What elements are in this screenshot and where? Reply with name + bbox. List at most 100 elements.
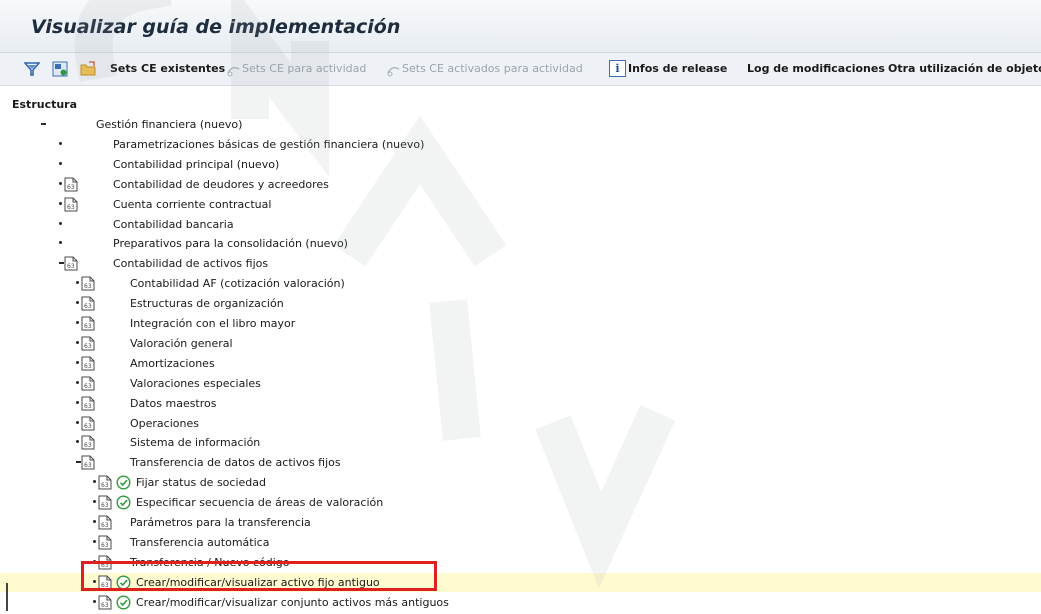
tree-row[interactable]: 63 Transferencia de datos de activos fijo… [0, 453, 1041, 472]
collapsed-node-icon[interactable] [93, 599, 96, 603]
collapsed-node-icon[interactable] [76, 340, 79, 344]
documentation-icon[interactable]: 63 [98, 515, 112, 530]
documentation-icon[interactable]: 63 [64, 177, 78, 192]
collapsed-node-icon[interactable] [76, 360, 79, 364]
tree-node-label[interactable]: Contabilidad de deudores y acreedores [113, 178, 329, 191]
documentation-icon[interactable]: 63 [98, 495, 112, 510]
collapsed-node-icon[interactable] [59, 241, 62, 245]
documentation-icon[interactable]: 63 [81, 296, 95, 311]
tree-row[interactable]: 63 Fijar status de sociedad [0, 473, 1041, 492]
tree-node-label[interactable]: Integración con el libro mayor [130, 317, 295, 330]
tree-node-label[interactable]: Parametrizaciones básicas de gestión fin… [113, 138, 424, 151]
tree-node-label[interactable]: Gestión financiera (nuevo) [96, 118, 242, 131]
collapsed-node-icon[interactable] [93, 579, 96, 583]
documentation-icon[interactable]: 63 [81, 416, 95, 431]
tree-row[interactable]: Contabilidad bancaria [0, 215, 1041, 234]
tree-row[interactable]: Preparativos para la consolidación (nuev… [0, 234, 1041, 253]
tree-row[interactable]: 63 Sistema de información [0, 433, 1041, 452]
tree-row[interactable]: 63 Transferencia automática [0, 533, 1041, 552]
tree-row[interactable]: 63 Estructuras de organización [0, 294, 1041, 313]
tree-node-label[interactable]: Crear/modificar/visualizar activo fijo a… [136, 576, 380, 589]
tree-row[interactable]: 63 Transferencia / Nuevo código [0, 553, 1041, 572]
tree-node-label[interactable]: Valoración general [130, 337, 233, 350]
tree-row[interactable]: 63 Datos maestros [0, 394, 1041, 413]
collapsed-node-icon[interactable] [93, 520, 96, 523]
filter-expand-icon[interactable] [23, 61, 41, 77]
tree-row[interactable]: 63 Contabilidad de activos fijos [0, 254, 1041, 273]
tree-row[interactable]: 63 Contabilidad de deudores y acreedores [0, 175, 1041, 194]
tree-node-label[interactable]: Estructuras de organización [130, 297, 284, 310]
collapsed-node-icon[interactable] [59, 201, 62, 205]
tree-row[interactable]: 63 Valoración general [0, 334, 1041, 353]
collapsed-node-icon[interactable] [59, 221, 62, 225]
tree-node-label[interactable]: Preparativos para la consolidación (nuev… [113, 237, 348, 250]
otra-utilizacion-button[interactable]: Otra utilización de objeto [888, 62, 1041, 76]
tree-node-label[interactable]: Amortizaciones [130, 357, 215, 370]
execute-activity-icon[interactable] [116, 595, 131, 610]
tree-row[interactable]: 63 Integración con el libro mayor [0, 314, 1041, 333]
tree-node-label[interactable]: Transferencia / Nuevo código [130, 556, 290, 569]
collapsed-node-icon[interactable] [93, 500, 96, 504]
tree-node-label[interactable]: Crear/modificar/visualizar conjunto acti… [136, 596, 449, 609]
tree-row[interactable]: Parametrizaciones básicas de gestión fin… [0, 135, 1041, 154]
collapsed-node-icon[interactable] [76, 400, 79, 404]
tree-row[interactable]: 63 Cuenta corriente contractual [0, 195, 1041, 214]
collapsed-node-icon[interactable] [76, 440, 79, 444]
tree-row-selected[interactable]: 63 Crear/modificar/visualizar activo fijo… [0, 572, 1041, 592]
collapsed-node-icon[interactable] [76, 420, 79, 424]
tree-node-label[interactable]: Especificar secuencia de áreas de valora… [136, 496, 383, 509]
documentation-icon[interactable]: 63 [81, 455, 95, 470]
tree-node-label[interactable]: Valoraciones especiales [130, 377, 261, 390]
folder-icon[interactable] [80, 61, 96, 77]
collapsed-node-icon[interactable] [59, 161, 62, 165]
tree-node-label[interactable]: Transferencia automática [130, 536, 269, 549]
documentation-icon[interactable]: 63 [64, 197, 78, 212]
tree-node-label[interactable]: Contabilidad de activos fijos [113, 257, 268, 270]
execute-activity-icon[interactable] [116, 575, 131, 590]
execute-save-icon[interactable] [52, 61, 68, 77]
tree-row[interactable]: 63 Contabilidad AF (cotización valoración… [0, 274, 1041, 293]
tree-row[interactable]: 63 Especificar secuencia de áreas de valo… [0, 493, 1041, 512]
documentation-icon[interactable]: 63 [98, 475, 112, 490]
sets-ce-actividad-button[interactable]: Sets CE para actividad [242, 62, 366, 76]
tree-node-label[interactable]: Contabilidad bancaria [113, 218, 234, 231]
documentation-icon[interactable]: 63 [81, 356, 95, 371]
documentation-icon[interactable]: 63 [98, 575, 112, 590]
tree-node-label[interactable]: Datos maestros [130, 397, 217, 410]
tree-node-label[interactable]: Operaciones [130, 417, 199, 430]
expanded-node-icon[interactable] [41, 123, 46, 125]
execute-activity-icon[interactable] [116, 495, 131, 510]
tree-node-label[interactable]: Sistema de información [130, 436, 260, 449]
documentation-icon[interactable]: 63 [81, 396, 95, 411]
collapsed-node-icon[interactable] [59, 141, 62, 145]
tree-node-label[interactable]: Contabilidad principal (nuevo) [113, 158, 279, 171]
tree-row[interactable]: 63 Valoraciones especiales [0, 374, 1041, 393]
collapsed-node-icon[interactable] [76, 281, 79, 285]
tree-row[interactable]: Gestión financiera (nuevo) [0, 115, 1041, 134]
documentation-icon[interactable]: 63 [81, 316, 95, 331]
collapsed-node-icon[interactable] [76, 321, 79, 324]
documentation-icon[interactable]: 63 [64, 256, 78, 271]
tree-node-label[interactable]: Fijar status de sociedad [136, 476, 266, 489]
tree-row[interactable]: 63 Crear/modificar/visualizar conjunto ac… [0, 593, 1041, 612]
collapsed-node-icon[interactable] [59, 181, 62, 185]
collapsed-node-icon[interactable] [76, 301, 79, 305]
collapsed-node-icon[interactable] [93, 539, 96, 543]
infos-release-button[interactable]: Infos de release [628, 62, 727, 76]
tree-node-label[interactable]: Cuenta corriente contractual [113, 198, 271, 211]
collapsed-node-icon[interactable] [93, 559, 96, 563]
execute-activity-icon[interactable] [116, 475, 131, 490]
log-modificaciones-button[interactable]: Log de modificaciones [747, 62, 885, 76]
sets-ce-existentes-button[interactable]: Sets CE existentes [110, 62, 225, 76]
documentation-icon[interactable]: 63 [98, 555, 112, 570]
tree-node-label[interactable]: Transferencia de datos de activos fijos [130, 456, 341, 469]
documentation-icon[interactable]: 63 [98, 595, 112, 610]
tree-node-label[interactable]: Parámetros para la transferencia [130, 516, 311, 529]
tree-node-label[interactable]: Contabilidad AF (cotización valoración) [130, 277, 345, 290]
tree-row[interactable]: Contabilidad principal (nuevo) [0, 155, 1041, 174]
tree-row[interactable]: 63 Operaciones [0, 414, 1041, 433]
sets-ce-activados-button[interactable]: Sets CE activados para actividad [402, 62, 583, 76]
documentation-icon[interactable]: 63 [81, 376, 95, 391]
tree-row[interactable]: 63 Amortizaciones [0, 354, 1041, 373]
tree-row[interactable]: 63 Parámetros para la transferencia [0, 513, 1041, 532]
